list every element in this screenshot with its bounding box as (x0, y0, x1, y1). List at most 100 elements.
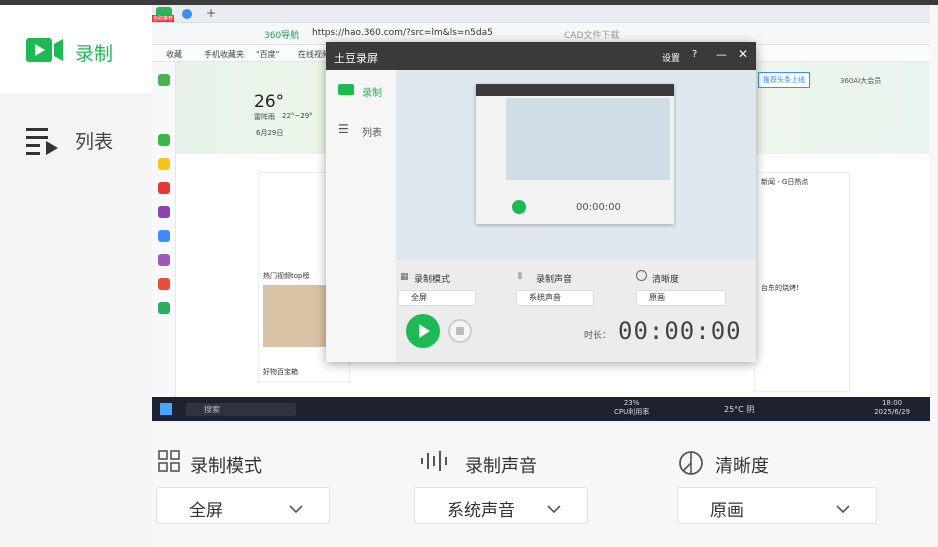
taskbar-clock: 18:00 2025/6/29 (874, 399, 910, 417)
nested-recorder-window: 土豆录屏 设置 ? — ✕ 录制 ☰ 列表 00:00:00 ▦ 录制模式 ⦀ … (326, 42, 756, 362)
list-play-icon (26, 126, 62, 160)
record-audio-select[interactable]: 系统声音 (414, 487, 588, 524)
game-icon (158, 278, 170, 290)
recording-timer: 00:00:00 (618, 317, 742, 345)
record-mode-select[interactable]: 全屏 (156, 487, 330, 524)
duration-label: 时长： (584, 331, 612, 341)
recorder-side-list[interactable]: 列表 (362, 124, 382, 139)
recorder-side-record[interactable]: 录制 (362, 84, 382, 99)
sidebar-item-list[interactable]: 列表 (0, 93, 152, 181)
cpu-value: 23% (623, 399, 640, 407)
right-news-card: 新闻 - G日热点 台东的烧烤! (754, 172, 850, 392)
promo-button[interactable]: 推荐头条上线 (758, 72, 810, 88)
recursive-screen (506, 98, 670, 180)
recorder-sidebar: 录制 ☰ 列表 (326, 70, 396, 362)
app-icon (158, 254, 170, 266)
stop-icon (456, 327, 464, 335)
news-snippet: 台东的烧烤! (761, 284, 799, 292)
chevron-down-icon (836, 499, 850, 518)
recursive-preview-window: 00:00:00 (476, 84, 674, 224)
sidebar: 录制 列表 (0, 5, 152, 547)
sound-wave-icon: ⦀ (518, 272, 522, 282)
recorder-audio-select[interactable]: 系统声音 (516, 290, 594, 306)
quality-dial-icon (636, 270, 647, 281)
quality-dial-icon (678, 450, 704, 480)
recorder-mode-select[interactable]: 全屏 (398, 290, 476, 306)
record-start-button[interactable] (406, 314, 440, 348)
chevron-down-icon (547, 499, 561, 518)
recorder-quality-select[interactable]: 原画 (636, 290, 726, 306)
bookmark-item[interactable]: 手机收藏夹 (204, 49, 244, 60)
grid-icon (158, 450, 180, 476)
select-value: 全屏 (411, 293, 427, 302)
windows-start-icon[interactable] (160, 403, 172, 415)
recorder-preview: 00:00:00 (396, 70, 756, 260)
sidebar-item-record[interactable]: 录制 (0, 5, 152, 93)
ai-icon (158, 230, 170, 242)
main-panel: 自助推荐 + 360导航 https://hao.360.com/?src=lm… (152, 5, 938, 547)
record-stop-button[interactable] (448, 319, 472, 343)
minimize-icon[interactable]: — (716, 48, 727, 61)
recorder-mode-label: 录制模式 (414, 275, 451, 285)
app-icon (158, 302, 170, 314)
taskbar-weather: 25°C 阴 (724, 405, 755, 414)
play-icon (419, 324, 430, 338)
close-icon[interactable]: ✕ (738, 47, 748, 61)
recorder-title: 土豆录屏 (334, 52, 378, 65)
recorder-audio-label: 录制声音 (536, 275, 573, 285)
recursive-title-bar (476, 84, 674, 96)
bookmark-item[interactable]: 收藏 (166, 49, 182, 60)
browser-search-field[interactable]: CAD文件下载 (564, 28, 619, 41)
app-icon (158, 182, 170, 194)
hot-tag: 热门视频top榜 (263, 272, 310, 280)
select-value: 原画 (649, 293, 665, 302)
temp-range: 22°~29° (282, 112, 313, 120)
video-camera-icon (26, 38, 64, 66)
date: 2025/6/29 (874, 408, 910, 416)
date-text: 6月29日 (256, 129, 284, 137)
quality-label: 清晰度 (715, 456, 769, 477)
cpu-label: CPU利用率 (614, 408, 650, 416)
sidebar-item-label: 录制 (75, 43, 114, 65)
recorder-main: 00:00:00 ▦ 录制模式 ⦀ 录制声音 清晰度 全屏 系统声音 原画 时长… (396, 70, 756, 362)
sidebar-item-label: 列表 (75, 131, 114, 153)
play-icon (512, 200, 526, 214)
bookmark-item[interactable]: "百度" (256, 49, 279, 60)
game-tag: 好物百宝箱 (263, 368, 298, 376)
select-value: 系统声音 (529, 293, 561, 302)
weather-text: 雷阵雨 (254, 113, 275, 121)
grid-icon: ▦ (400, 272, 409, 282)
nav-site-label: 360导航 (264, 31, 300, 41)
record-mode-label: 录制模式 (190, 456, 262, 477)
list-play-icon: ☰ (338, 122, 349, 136)
new-tab-icon: + (206, 6, 217, 20)
app-icon (158, 134, 170, 146)
select-value: 系统声音 (447, 501, 515, 521)
chevron-down-icon (289, 499, 303, 518)
recursive-timer: 00:00:00 (576, 202, 621, 213)
cpu-usage: 23% CPU利用率 (614, 399, 649, 417)
time: 18:00 (881, 399, 903, 407)
browser-active-tab-icon (182, 9, 192, 19)
screen-preview: 自助推荐 + 360导航 https://hao.360.com/?src=lm… (152, 5, 930, 423)
video-camera-icon (338, 84, 354, 95)
help-icon[interactable]: ? (692, 49, 697, 60)
star-icon (158, 158, 170, 170)
taskbar-search[interactable]: 搜索 (186, 403, 296, 416)
temperature: 26° (254, 92, 285, 112)
home-icon (158, 74, 170, 86)
recorder-title-bar: 土豆录屏 设置 ? — ✕ (326, 42, 756, 70)
tab-badge: 自助推荐 (152, 15, 175, 22)
windows-taskbar: 搜索 23% CPU利用率 25°C 阴 18:00 2025/6/29 (152, 397, 930, 421)
select-value: 全屏 (189, 501, 223, 521)
browser-tab-bar: 自助推荐 + (152, 5, 930, 23)
select-value: 原画 (710, 501, 744, 521)
settings-link[interactable]: 设置 (662, 51, 680, 64)
record-audio-label: 录制声音 (465, 456, 537, 477)
news-title: 新闻 - G日热点 (761, 178, 809, 186)
ai-icon (158, 206, 170, 218)
quality-select[interactable]: 原画 (677, 487, 877, 524)
url-field[interactable]: https://hao.360.com/?src=lm&ls=n5da5 (312, 28, 493, 38)
browser-sidebar-strip (152, 62, 176, 397)
member-link[interactable]: 360AI大会员 (840, 76, 881, 86)
